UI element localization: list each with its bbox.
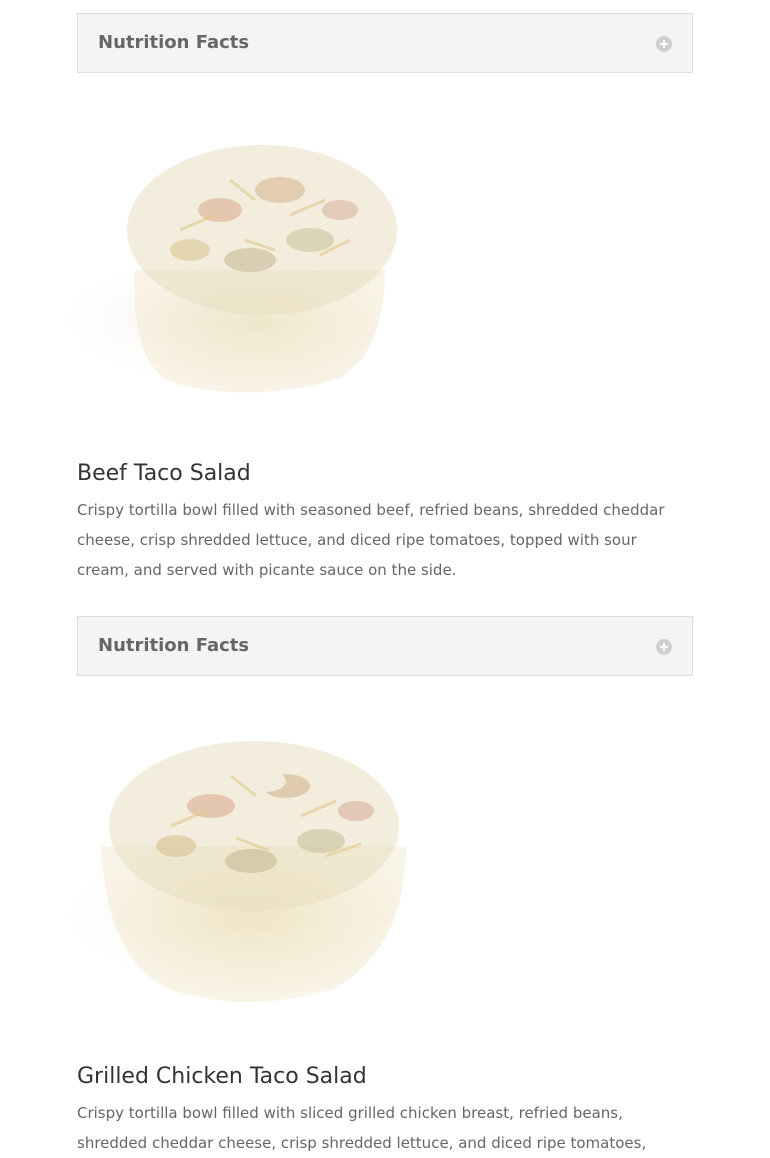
nutrition-facts-toggle[interactable]: Nutrition Facts xyxy=(77,13,693,73)
taco-salad-image xyxy=(40,120,430,410)
plus-circle-icon[interactable] xyxy=(656,36,672,52)
taco-salad-image xyxy=(36,726,436,1026)
item-title: Grilled Chicken Taco Salad xyxy=(77,1064,367,1089)
item-description: Crispy tortilla bowl filled with seasone… xyxy=(77,501,665,579)
toggle-title: Nutrition Facts xyxy=(98,635,250,656)
nutrition-facts-toggle[interactable]: Nutrition Facts xyxy=(77,616,693,676)
toggle-title: Nutrition Facts xyxy=(98,32,250,53)
plus-circle-icon[interactable] xyxy=(656,639,672,655)
item-description: Crispy tortilla bowl filled with sliced … xyxy=(77,1104,647,1152)
item-title: Beef Taco Salad xyxy=(77,461,251,486)
